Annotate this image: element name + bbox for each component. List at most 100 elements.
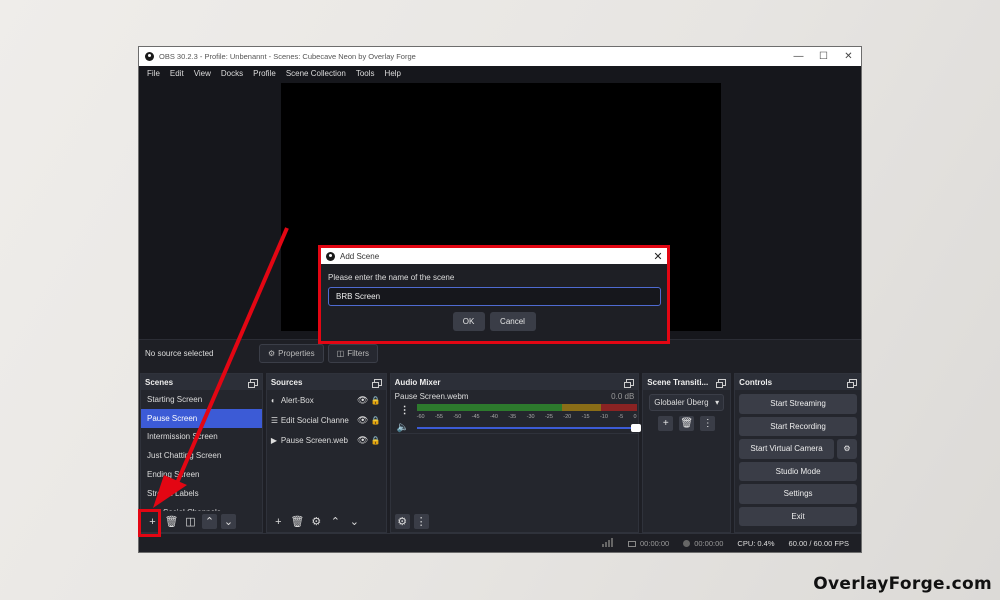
dialog-title-bar: Add Scene ✕ xyxy=(321,248,667,264)
mixer-empty-area xyxy=(390,433,639,511)
sources-title: Sources xyxy=(270,377,303,387)
menu-docks[interactable]: Docks xyxy=(216,69,248,78)
filters-button[interactable]: ◫ Filters xyxy=(327,343,378,363)
mixer-db-readout: 0.0 dB xyxy=(611,392,635,401)
close-icon[interactable]: ✕ xyxy=(836,47,861,66)
eye-icon[interactable]: 👁 xyxy=(356,395,370,406)
filters-label: Filters xyxy=(347,348,369,358)
exit-button[interactable]: Exit xyxy=(739,506,857,526)
meter-scale-tick: -30 xyxy=(526,414,535,420)
add-button-highlight xyxy=(138,509,161,537)
source-name: Edit Social Channe xyxy=(280,415,349,425)
meter-scale-tick: -50 xyxy=(453,414,462,420)
add-source-button[interactable]: + xyxy=(271,514,286,529)
undock-icon[interactable] xyxy=(624,378,635,388)
mixer-channel-name: Pause Screen.webm xyxy=(394,392,469,401)
scene-item[interactable]: Just Chatting Screen xyxy=(141,446,262,465)
more-options-icon[interactable]: ⋮ xyxy=(400,405,410,416)
eye-icon[interactable]: 👁 xyxy=(356,435,370,446)
obs-logo-icon xyxy=(145,52,154,61)
menu-scene-collection[interactable]: Scene Collection xyxy=(281,69,351,78)
scene-item[interactable]: Starting Screen xyxy=(141,390,262,409)
controls-title: Controls xyxy=(739,377,773,387)
stream-time: 00:00:00 xyxy=(640,538,670,548)
scene-item[interactable]: Intermission Screen xyxy=(141,428,262,447)
add-transition-button[interactable]: + xyxy=(658,416,674,431)
move-down-icon[interactable]: ⌄ xyxy=(347,514,362,529)
cancel-button[interactable]: Cancel xyxy=(489,312,536,331)
menu-help[interactable]: Help xyxy=(380,69,406,78)
volume-slider-handle[interactable] xyxy=(630,424,641,432)
move-up-icon[interactable]: ⌃ xyxy=(328,514,343,529)
properties-button[interactable]: ⚙ Properties xyxy=(259,343,324,363)
close-icon[interactable]: ✕ xyxy=(649,250,667,263)
meter-scale-tick: -10 xyxy=(599,414,608,420)
volume-slider[interactable] xyxy=(416,424,641,432)
settings-button[interactable]: Settings xyxy=(739,484,857,504)
source-item[interactable]: ◐ Alert-Box 👁 🔒 xyxy=(267,390,386,410)
audio-mixer-dock: Audio Mixer Pause Screen.webm 0.0 dB ⋮ -6… xyxy=(389,373,641,533)
move-up-icon[interactable]: ⌃ xyxy=(202,514,217,529)
meter-scale: -60 -55 -50 -45 -40 -35 -30 -25 -20 -15 -10 -5 0 xyxy=(417,414,637,420)
scenes-title: Scenes xyxy=(145,377,174,387)
start-recording-button[interactable]: Start Recording xyxy=(739,416,857,436)
speaker-icon[interactable]: 🔈 xyxy=(397,422,409,433)
meter-scale-tick: -15 xyxy=(581,414,590,420)
undock-icon[interactable] xyxy=(716,378,727,388)
minimize-icon[interactable]: — xyxy=(786,47,811,66)
source-item[interactable]: ☰ Edit Social Channe 👁 🔒 xyxy=(267,410,386,430)
menu-profile[interactable]: Profile xyxy=(248,69,281,78)
start-virtual-camera-button[interactable]: Start Virtual Camera xyxy=(739,439,834,459)
gear-icon[interactable]: ⚙ xyxy=(836,439,857,459)
gear-icon[interactable]: ⚙ xyxy=(309,514,324,529)
trash-icon[interactable]: 🗑 xyxy=(164,514,179,529)
meter-scale-tick: -60 xyxy=(416,414,425,420)
source-item[interactable]: ▶ Pause Screen.web 👁 🔒 xyxy=(267,430,386,450)
eye-icon[interactable]: 👁 xyxy=(356,415,370,426)
move-down-icon[interactable]: ⌄ xyxy=(221,514,236,529)
undock-icon[interactable] xyxy=(371,378,382,388)
ok-button[interactable]: OK xyxy=(452,312,485,331)
lock-icon[interactable]: 🔒 xyxy=(370,396,382,405)
scene-item[interactable]: Stream Labels xyxy=(141,484,262,503)
scene-item[interactable]: Pause Screen xyxy=(141,408,262,428)
list-icon: ☰ xyxy=(270,415,278,425)
cpu-usage: CPU: 0.4% xyxy=(737,538,775,548)
trash-icon[interactable]: 🗑 xyxy=(679,416,695,431)
lock-icon[interactable]: 🔒 xyxy=(370,416,382,425)
play-icon: ▶ xyxy=(270,435,277,445)
transitions-title: Scene Transiti... xyxy=(647,377,709,387)
source-name: Alert-Box xyxy=(280,395,314,405)
scene-list: Starting Screen Pause Screen Intermission … xyxy=(141,390,262,511)
scene-item[interactable]: Ending Screen xyxy=(141,465,262,484)
start-streaming-button[interactable]: Start Streaming xyxy=(739,394,857,414)
more-options-icon[interactable]: ⋮ xyxy=(413,514,429,529)
menu-edit[interactable]: Edit xyxy=(165,69,189,78)
watermark-logo: OverlayForge.com xyxy=(813,574,992,594)
filter-icon: ◫ xyxy=(336,348,345,358)
scene-name-input[interactable]: BRB Screen xyxy=(328,287,661,306)
filter-icon[interactable]: ◫ xyxy=(183,514,198,529)
studio-mode-button[interactable]: Studio Mode xyxy=(739,461,857,481)
menu-view[interactable]: View xyxy=(189,69,216,78)
undock-icon[interactable] xyxy=(247,378,258,388)
menu-file[interactable]: File xyxy=(142,69,165,78)
meter-scale-tick: -40 xyxy=(489,414,498,420)
menu-tools[interactable]: Tools xyxy=(351,69,380,78)
dialog-title: Add Scene xyxy=(340,251,380,261)
transition-select[interactable]: Globaler Überg ▾ xyxy=(649,394,725,411)
undock-icon[interactable] xyxy=(846,378,857,388)
lock-icon[interactable]: 🔒 xyxy=(370,436,382,445)
more-options-icon[interactable]: ⋮ xyxy=(700,416,716,431)
meter-scale-tick: 0 xyxy=(633,414,637,420)
trash-icon[interactable]: 🗑 xyxy=(290,514,305,529)
volume-meter xyxy=(416,404,637,411)
status-bar: 00:00:00 00:00:00 CPU: 0.4% 60.00 / 60.0… xyxy=(139,533,861,552)
maximize-icon[interactable]: ☐ xyxy=(811,47,836,66)
stream-icon xyxy=(628,540,637,547)
gear-icon[interactable]: ⚙ xyxy=(394,514,410,529)
dialog-prompt: Please enter the name of the scene xyxy=(328,273,455,282)
controls-dock: Controls Start Streaming Start Recording… xyxy=(734,373,861,533)
record-icon xyxy=(683,540,691,548)
properties-label: Properties xyxy=(278,348,315,358)
